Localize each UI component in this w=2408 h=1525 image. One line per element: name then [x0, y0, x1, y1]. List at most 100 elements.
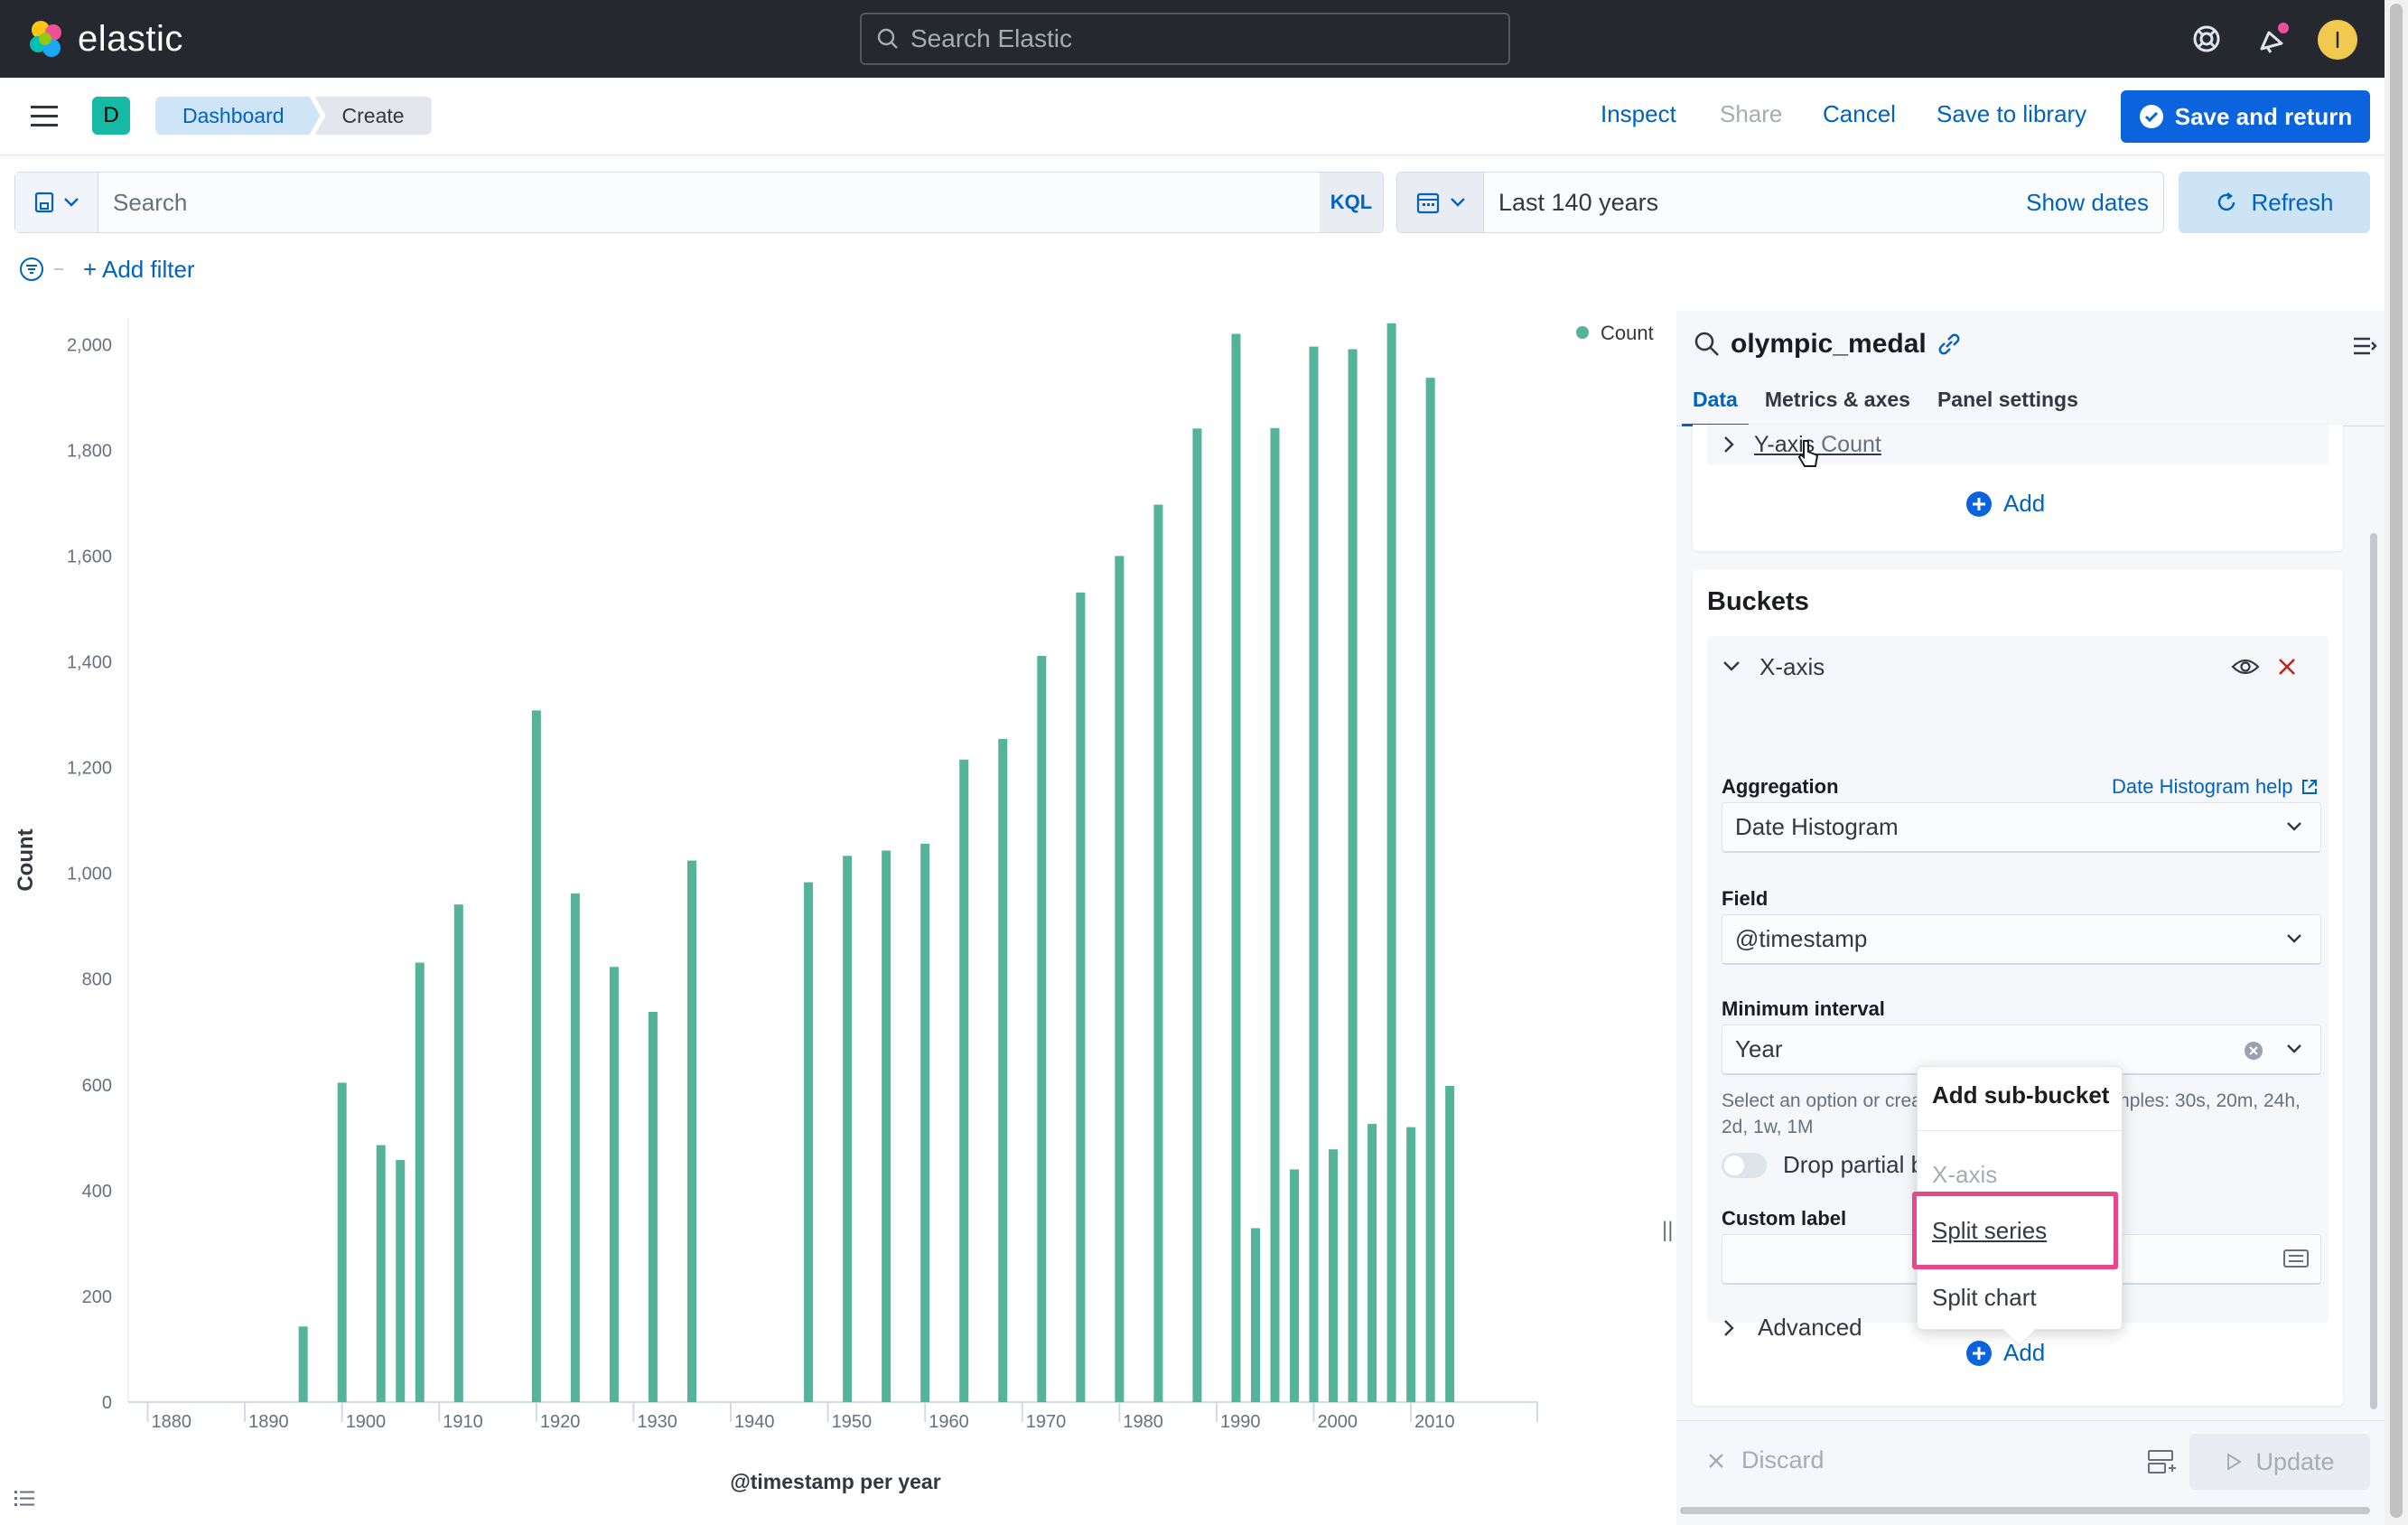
advanced-toggle[interactable]: Advanced [1722, 1314, 1862, 1342]
x-tick-label: 2000 [1318, 1412, 1358, 1432]
x-tick-label: 1900 [346, 1412, 387, 1432]
bar [415, 962, 425, 1402]
drop-partial-toggle-row[interactable]: Drop partial b [1722, 1151, 1924, 1179]
query-input[interactable] [98, 173, 1320, 232]
date-histogram-help-link[interactable]: Date Histogram help [2112, 775, 2319, 799]
avatar[interactable]: I [2318, 20, 2357, 60]
auto-apply-icon[interactable] [2146, 1448, 2177, 1477]
bar [337, 1082, 347, 1402]
aggregation-select[interactable]: Date Histogram [1722, 802, 2321, 853]
filter-menu-icon[interactable] [18, 256, 65, 283]
tab-data[interactable]: Data [1682, 379, 1749, 426]
chevron-down-icon[interactable] [1722, 660, 1741, 674]
menu-icon[interactable] [29, 103, 61, 130]
global-search-input[interactable] [910, 24, 1508, 53]
buckets-title: Buckets [1707, 587, 1809, 616]
help-icon[interactable] [2188, 20, 2226, 58]
editor-scrollbar[interactable] [2370, 533, 2377, 1409]
check-circle-icon [2139, 105, 2163, 128]
bar [1251, 1228, 1260, 1402]
page-scrollbar-thumb[interactable] [2390, 4, 2403, 1518]
tab-panel-settings[interactable]: Panel settings [1927, 379, 2089, 426]
x-tick-label: 1890 [248, 1412, 289, 1432]
play-icon [2227, 1453, 2243, 1471]
collapse-panel-icon[interactable] [2352, 334, 2379, 358]
close-icon [1709, 1453, 1723, 1468]
y-tick-label: 1,400 [67, 652, 112, 672]
breadcrumb-dashboard[interactable]: Dashboard [155, 97, 321, 135]
show-dates-button[interactable]: Show dates [2026, 189, 2163, 217]
x-axis-title: @timestamp per year [730, 1470, 940, 1493]
popover-item-split-series[interactable]: Split series [1932, 1217, 2047, 1245]
x-tick-label: 1950 [832, 1412, 873, 1432]
metrics-card: Y-axis Count Add [1693, 425, 2343, 551]
drop-partial-label: Drop partial b [1783, 1151, 1925, 1178]
quick-date-menu[interactable] [1397, 173, 1484, 232]
update-button[interactable]: Update [2189, 1434, 2370, 1490]
save-icon [34, 192, 53, 213]
x-tick-label: 2010 [1414, 1412, 1455, 1432]
xaxis-bucket-header[interactable]: X-axis [1722, 645, 2318, 688]
refresh-button[interactable]: Refresh [2179, 172, 2370, 233]
chevron-down-icon [63, 198, 79, 207]
eye-icon[interactable] [2231, 656, 2260, 678]
refresh-label: Refresh [2251, 188, 2334, 216]
link-icon[interactable] [1936, 331, 1963, 358]
close-icon[interactable] [2276, 656, 2298, 678]
newsfeed-icon[interactable] [2254, 20, 2292, 58]
aggregation-label: Aggregation [1722, 775, 1839, 798]
y-tick-label: 400 [82, 1182, 112, 1202]
chevron-right-icon[interactable] [1722, 435, 1736, 454]
drop-partial-toggle[interactable] [1722, 1152, 1767, 1178]
field-select[interactable]: @timestamp [1722, 914, 2321, 965]
y-axis-title: Count [14, 828, 38, 891]
kql-language-button[interactable]: KQL [1320, 173, 1383, 232]
save-and-return-label: Save and return [2174, 102, 2353, 130]
save-and-return-button[interactable]: Save and return [2121, 90, 2370, 143]
search-icon [877, 28, 898, 49]
query-bar: KQL [14, 172, 1384, 233]
add-bucket-button[interactable]: Add [1965, 1339, 2045, 1367]
x-tick-label: 1910 [443, 1412, 483, 1432]
index-pattern-title: olympic_medal [1693, 329, 1963, 360]
add-metric-button[interactable]: Add [1965, 490, 2045, 518]
refresh-icon [2218, 192, 2235, 211]
bar [1309, 346, 1319, 1402]
bar [1153, 504, 1163, 1402]
x-tick-label: 1940 [734, 1412, 775, 1432]
popover-title: Add sub-bucket [1932, 1081, 2110, 1109]
add-filter-button[interactable]: + Add filter [83, 256, 195, 284]
editor-horizontal-scrollbar[interactable] [1680, 1507, 2370, 1514]
discard-button[interactable]: Discard [1707, 1446, 1825, 1474]
yaxis-metric-value: Count [1821, 431, 1881, 457]
saved-query-menu[interactable] [15, 173, 98, 232]
list-icon[interactable] [13, 1487, 36, 1509]
bar [453, 904, 463, 1402]
y-tick-label: 1,800 [67, 441, 112, 461]
clear-icon[interactable] [2243, 1040, 2264, 1062]
yaxis-metric-row[interactable]: Y-axis Count [1707, 425, 2329, 467]
search-icon [1694, 332, 1719, 356]
bar [1386, 323, 1396, 1403]
bar [1115, 556, 1125, 1402]
editor-panel: olympic_medal Data Metrics & axes Panel … [1676, 311, 2385, 1525]
space-avatar[interactable]: D [92, 97, 130, 135]
inspect-button[interactable]: Inspect [1601, 100, 1676, 128]
date-range-text[interactable]: Last 140 years [1484, 189, 2026, 217]
share-button[interactable]: Share [1720, 100, 1782, 128]
tab-metrics-axes[interactable]: Metrics & axes [1754, 379, 1921, 426]
minimum-interval-value: Year [1735, 1035, 1783, 1062]
save-to-library-button[interactable]: Save to library [1937, 100, 2086, 128]
elastic-logo[interactable]: elastic [25, 18, 183, 60]
cancel-button[interactable]: Cancel [1823, 100, 1896, 128]
bar [1192, 428, 1202, 1403]
chart-area: 0 200 400 600 800 1,000 1,200 1,400 1,600 1,800 2,… [0, 311, 1673, 1525]
popover-item-split-chart[interactable]: Split chart [1932, 1284, 2037, 1312]
panel-resize-handle[interactable]: || [1662, 1218, 1673, 1243]
y-tick-label: 800 [82, 970, 112, 990]
add-sub-bucket-popover: Add sub-bucket X-axis Split series Split… [1912, 1066, 2123, 1330]
global-search[interactable] [860, 13, 1510, 65]
pointer-cursor-icon [1797, 440, 1819, 467]
logo-text: elastic [78, 18, 183, 59]
bar [1445, 1085, 1455, 1402]
